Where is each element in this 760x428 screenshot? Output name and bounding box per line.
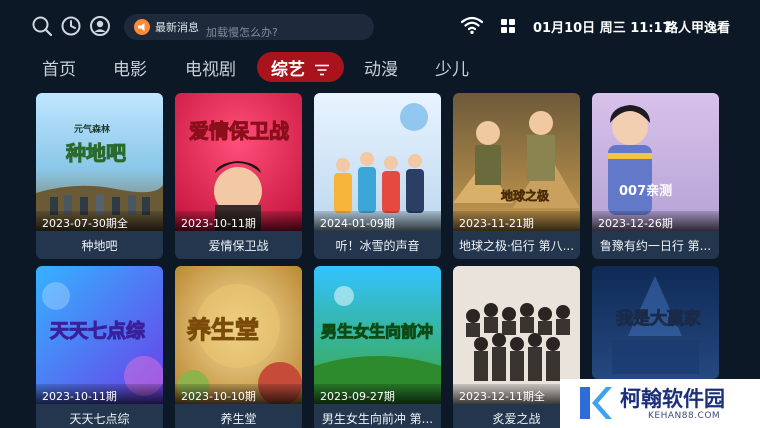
top-bar: 最新消息 加载慢怎么办? 01月10日 周三 11:17 路人甲逸看 bbox=[0, 0, 760, 50]
wifi-icon bbox=[460, 15, 484, 35]
episode-date: 2023-09-27期 bbox=[314, 384, 441, 404]
episode-date: 2023-10-10期 bbox=[175, 384, 302, 404]
poster-title: 男生女生向前冲 bbox=[320, 322, 434, 342]
category-tabs: 首页 电影 电视剧 综艺 动漫 少儿 bbox=[0, 52, 760, 84]
clock: 01月10日 周三 11:17 bbox=[533, 21, 672, 36]
kehan-logo-icon bbox=[572, 383, 612, 423]
show-card[interactable]: 007亲测 2023-12-26期 鲁豫有约一日行 第... bbox=[592, 93, 719, 259]
show-title: 男生女生向前冲 第... bbox=[314, 404, 441, 428]
apps-grid-icon[interactable] bbox=[501, 18, 515, 33]
tab-variety-active[interactable]: 综艺 bbox=[257, 52, 344, 82]
show-title: 养生堂 bbox=[175, 404, 302, 428]
tab-movies[interactable]: 电影 bbox=[113, 55, 147, 80]
show-title: 天天七点综 bbox=[36, 404, 163, 428]
site-watermark: 柯翰软件园 KEHAN88.COM bbox=[560, 379, 760, 428]
poster-title: 种地吧 bbox=[66, 141, 127, 166]
poster-title: 养生堂 bbox=[187, 316, 260, 345]
tab-home[interactable]: 首页 bbox=[42, 55, 76, 80]
megaphone-icon bbox=[134, 19, 150, 35]
show-card[interactable]: 养生堂 2023-10-10期 养生堂 bbox=[175, 266, 302, 428]
show-title: 地球之极·侣行 第八... bbox=[453, 231, 580, 259]
episode-date: 2023-12-26期 bbox=[592, 211, 719, 231]
show-card[interactable]: 爱情保卫战 2023-10-11期 爱情保卫战 bbox=[175, 93, 302, 259]
episode-date: 2023-10-11期 bbox=[175, 211, 302, 231]
show-card[interactable]: 天天七点综 2023-10-11期 天天七点综 bbox=[36, 266, 163, 428]
show-title: 听！冰雪的声音 bbox=[314, 231, 441, 259]
poster-brand: 元气森林 bbox=[74, 125, 111, 135]
poster-title: 爱情保卫战 bbox=[189, 119, 290, 144]
episode-date: 2023-11-21期 bbox=[453, 211, 580, 231]
tab-tv-series[interactable]: 电视剧 bbox=[185, 55, 236, 80]
poster-title: 地球之极 bbox=[501, 189, 550, 204]
poster-title: 天天七点综 bbox=[49, 320, 146, 343]
news-label: 最新消息 bbox=[155, 21, 199, 34]
episode-date: 2023-07-30期全 bbox=[36, 211, 163, 231]
search-icon[interactable] bbox=[31, 15, 53, 37]
show-card[interactable]: 男生女生向前冲 2023-09-27期 男生女生向前冲 第... bbox=[314, 266, 441, 428]
filter-icon bbox=[315, 61, 329, 76]
news-ticker[interactable]: 最新消息 加载慢怎么办? bbox=[124, 14, 374, 40]
show-title: 爱情保卫战 bbox=[175, 231, 302, 259]
show-card[interactable]: 我是大赢家 bbox=[592, 266, 719, 379]
poster-title: 007亲测 bbox=[619, 184, 673, 199]
tab-anime[interactable]: 动漫 bbox=[364, 55, 398, 80]
tab-variety-label: 综艺 bbox=[271, 60, 305, 80]
history-icon[interactable] bbox=[60, 15, 82, 37]
show-card[interactable]: 地球之极 2023-11-21期 地球之极·侣行 第八... bbox=[453, 93, 580, 259]
poster-image: 我是大赢家 bbox=[592, 266, 719, 379]
user-name[interactable]: 路人甲逸看 bbox=[665, 17, 730, 36]
episode-date: 2023-10-11期 bbox=[36, 384, 163, 404]
user-icon[interactable] bbox=[89, 15, 111, 37]
show-card[interactable]: 2024-01-09期 听！冰雪的声音 bbox=[314, 93, 441, 259]
tab-kids[interactable]: 少儿 bbox=[435, 55, 469, 80]
watermark-name: 柯翰软件园 bbox=[620, 387, 725, 411]
show-title: 种地吧 bbox=[36, 231, 163, 259]
poster-title: 我是大赢家 bbox=[616, 309, 702, 330]
episode-date: 2024-01-09期 bbox=[314, 211, 441, 231]
watermark-url: KEHAN88.COM bbox=[648, 411, 721, 421]
show-title: 鲁豫有约一日行 第... bbox=[592, 231, 719, 259]
news-ticker-text: 加载慢怎么办? bbox=[206, 26, 278, 39]
show-card[interactable]: 元气森林 种地吧 2023-07-30期全 种地吧 bbox=[36, 93, 163, 259]
